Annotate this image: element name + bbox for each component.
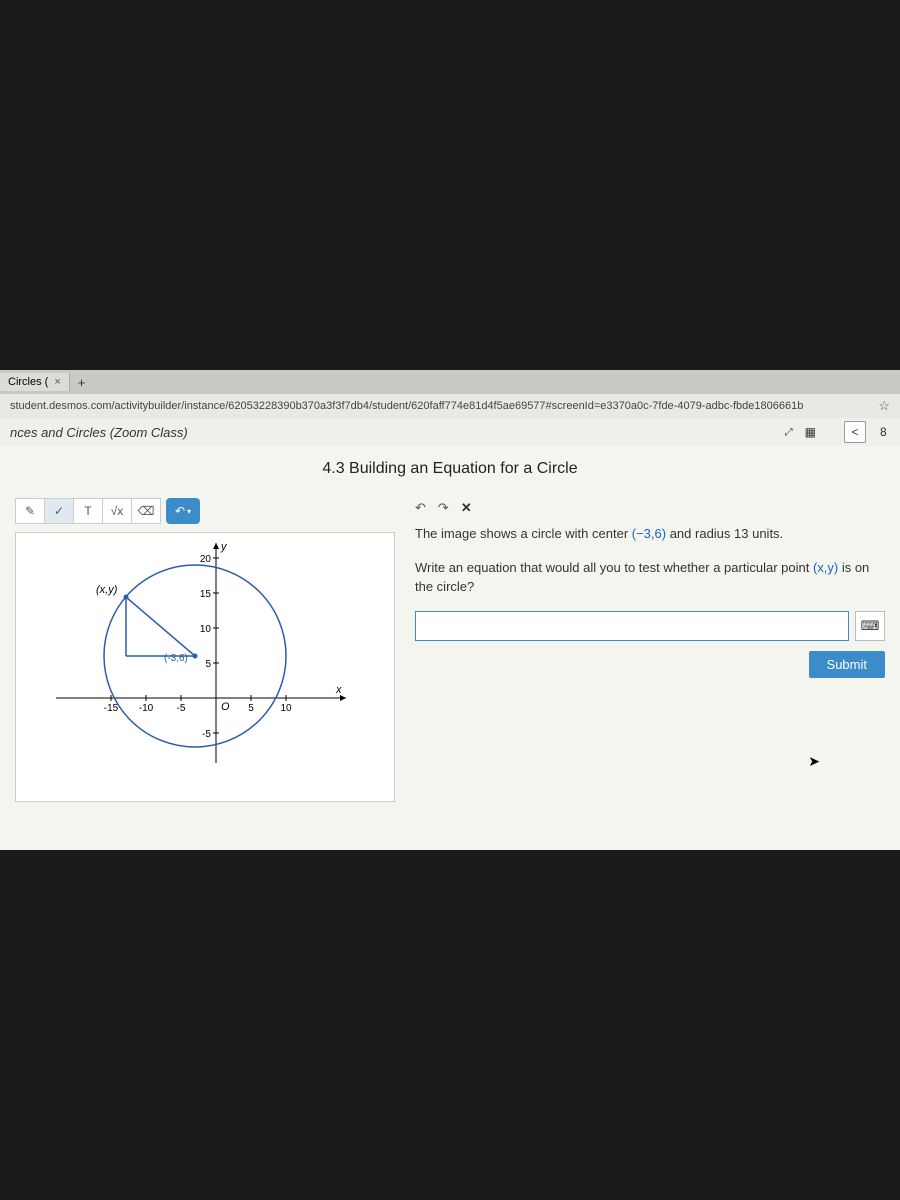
page-number: 8 bbox=[880, 425, 890, 439]
svg-text:(x,y): (x,y) bbox=[96, 584, 118, 596]
url-text: student.desmos.com/activitybuilder/insta… bbox=[10, 400, 878, 412]
svg-text:x: x bbox=[335, 684, 342, 696]
svg-text:-15: -15 bbox=[104, 703, 119, 714]
svg-text:5: 5 bbox=[205, 659, 211, 670]
keyboard-icon[interactable]: ⌨ bbox=[855, 611, 885, 641]
tab-title: Circles ( bbox=[8, 376, 48, 388]
svg-text:(-3,6): (-3,6) bbox=[164, 653, 188, 664]
check-tool-icon[interactable]: ✓ bbox=[44, 498, 74, 524]
new-tab-button[interactable]: + bbox=[70, 372, 94, 393]
class-name: nces and Circles (Zoom Class) bbox=[10, 425, 188, 440]
svg-text:-10: -10 bbox=[139, 703, 154, 714]
prompt-line-1: The image shows a circle with center (−3… bbox=[415, 524, 885, 544]
submit-button[interactable]: Submit bbox=[809, 651, 885, 678]
answer-input[interactable] bbox=[415, 611, 849, 641]
app-header: nces and Circles (Zoom Class) ⤢ ▦ < 8 bbox=[0, 418, 900, 446]
pencil-tool-icon[interactable]: ✎ bbox=[15, 498, 45, 524]
sqrt-tool-icon[interactable]: √x bbox=[102, 498, 132, 524]
bookmark-star-icon[interactable]: ☆ bbox=[878, 398, 890, 414]
browser-tab-bar: Circles ( × + bbox=[0, 370, 900, 394]
fullscreen-icon[interactable]: ⤢ bbox=[785, 427, 791, 438]
edit-toolbar: ↶ ↷ ✕ bbox=[415, 500, 885, 516]
undo-icon[interactable]: ↶ bbox=[415, 500, 426, 516]
svg-text:20: 20 bbox=[200, 554, 212, 565]
back-button[interactable]: < bbox=[844, 421, 866, 443]
grid-icon[interactable]: ▦ bbox=[805, 425, 816, 439]
svg-text:-5: -5 bbox=[177, 703, 186, 714]
redo-icon[interactable]: ↷ bbox=[438, 500, 449, 516]
eraser-tool-icon[interactable]: ⌫ bbox=[131, 498, 161, 524]
cursor-icon: ➤ bbox=[808, 753, 820, 770]
page-title: 4.3 Building an Equation for a Circle bbox=[15, 456, 885, 488]
svg-text:15: 15 bbox=[200, 589, 212, 600]
graph-canvas[interactable]: -15 -10 -5 5 10 -5 5 10 15 20 bbox=[15, 532, 395, 802]
svg-text:O: O bbox=[221, 701, 230, 713]
close-edit-icon[interactable]: ✕ bbox=[461, 500, 472, 516]
svg-text:5: 5 bbox=[248, 703, 254, 714]
svg-text:10: 10 bbox=[280, 703, 292, 714]
browser-tab[interactable]: Circles ( × bbox=[0, 373, 70, 391]
svg-text:y: y bbox=[220, 541, 228, 553]
svg-text:-5: -5 bbox=[202, 729, 211, 740]
url-bar[interactable]: student.desmos.com/activitybuilder/insta… bbox=[0, 394, 900, 418]
svg-text:10: 10 bbox=[200, 624, 212, 635]
prompt-line-2: Write an equation that would all you to … bbox=[415, 558, 885, 597]
text-tool-icon[interactable]: T bbox=[73, 498, 103, 524]
mode-dropdown[interactable]: ↶ bbox=[166, 498, 200, 524]
close-icon[interactable]: × bbox=[54, 376, 60, 388]
graph-toolbar: ✎ ✓ T √x ⌫ ↶ bbox=[15, 498, 395, 524]
